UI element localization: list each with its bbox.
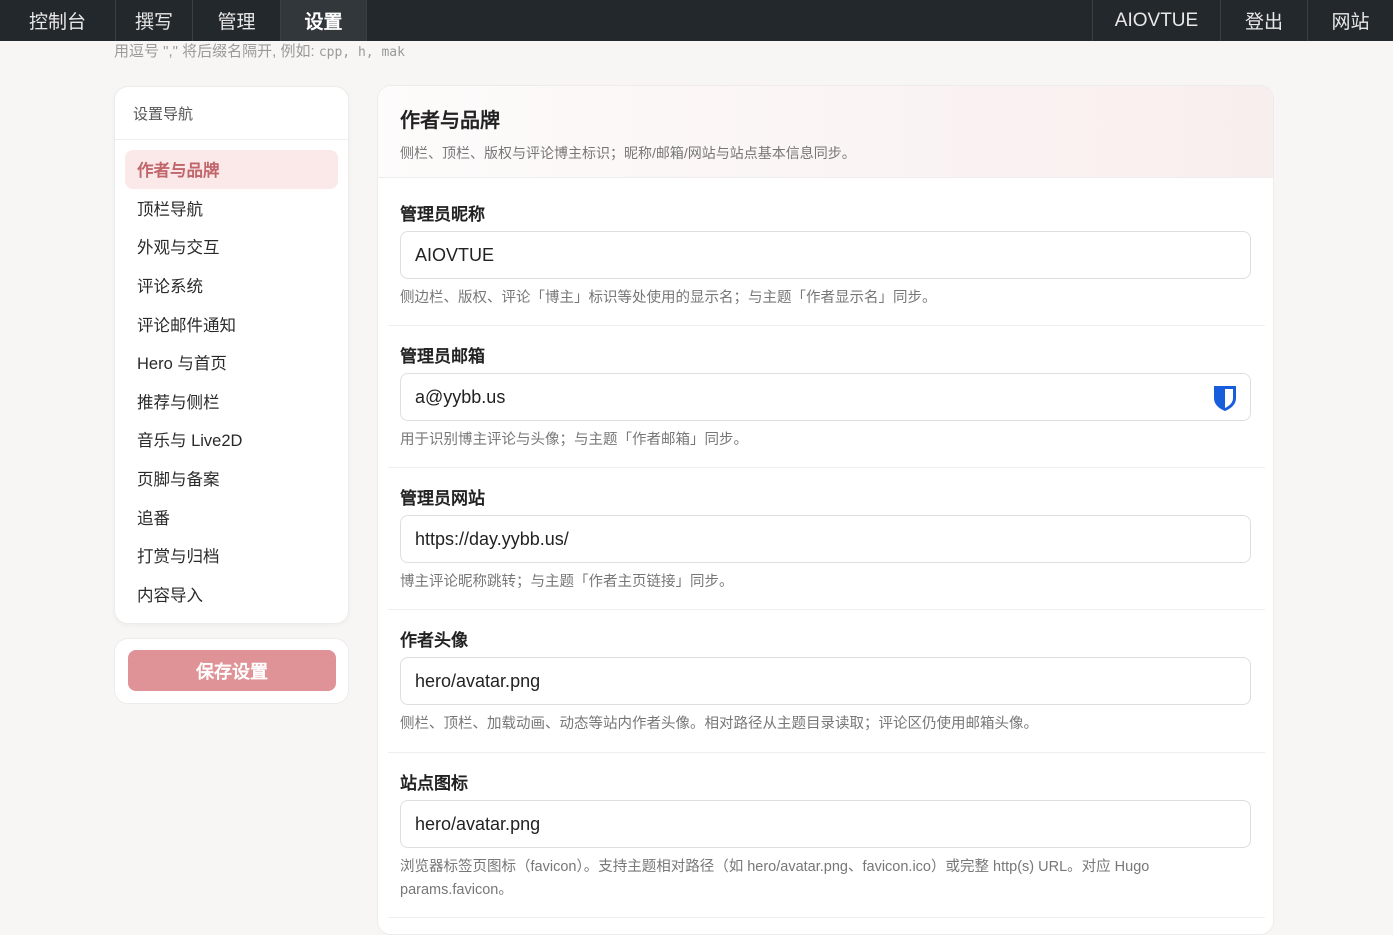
field-site-icon: 站点图标 hero/avatar.png 浏览器标签页图标（favicon）。支… xyxy=(388,753,1265,918)
email-value: a@yybb.us xyxy=(415,386,506,407)
field-description: 侧栏、顶栏、加载动画、动态等站内作者头像。相对路径从主题目录读取；评论区仍使用邮… xyxy=(400,716,1038,732)
panel-title: 作者与品牌 xyxy=(400,110,500,132)
menu-logout[interactable]: 登出 xyxy=(1220,0,1307,41)
nav-item-comment-mail[interactable]: 评论邮件通知 xyxy=(125,304,338,343)
extension-hint: 用逗号 "," 将后缀名隔开, 例如: cpp, h, mak xyxy=(114,40,405,61)
nav-item-bangumi[interactable]: 追番 xyxy=(125,497,338,536)
nav-item-author-brand[interactable]: 作者与品牌 xyxy=(125,150,338,189)
admin-topbar: 控制台 撰写 管理 设置 AIOVTUE 登出 网站 xyxy=(0,0,1393,41)
topbar-right-menu: AIOVTUE 登出 网站 xyxy=(1092,0,1393,41)
field-description: 浏览器标签页图标（favicon）。支持主题相对路径（如 hero/avatar… xyxy=(400,859,1150,898)
topbar-left-menu: 控制台 撰写 管理 设置 xyxy=(0,0,367,41)
field-admin-email: 管理员邮箱 a@yybb.us 用于识别博主评论与头像；与主题「作者邮箱」同步。 xyxy=(388,326,1265,468)
field-description: 侧边栏、版权、评论「博主」标识等处使用的显示名；与主题「作者显示名」同步。 xyxy=(400,290,937,306)
nav-item-footer-icp[interactable]: 页脚与备案 xyxy=(125,459,338,498)
bitwarden-shield-icon[interactable] xyxy=(1212,384,1238,412)
avatar-input[interactable]: hero/avatar.png xyxy=(400,657,1251,705)
save-box: 保存设置 xyxy=(114,638,349,704)
nav-item-appearance[interactable]: 外观与交互 xyxy=(125,227,338,266)
nav-item-top-nav[interactable]: 顶栏导航 xyxy=(125,189,338,228)
panel-subtitle: 侧栏、顶栏、版权与评论博主标识；昵称/邮箱/网站与站点基本信息同步。 xyxy=(400,145,856,161)
field-label: 管理员邮箱 xyxy=(400,347,485,366)
nav-item-recommend-sidebar[interactable]: 推荐与侧栏 xyxy=(125,382,338,421)
menu-dashboard[interactable]: 控制台 xyxy=(0,0,116,41)
panel-header: 作者与品牌 侧栏、顶栏、版权与评论博主标识；昵称/邮箱/网站与站点基本信息同步。 xyxy=(378,86,1273,178)
field-label: 管理员网站 xyxy=(400,489,485,508)
website-input[interactable]: https://day.yybb.us/ xyxy=(400,515,1251,563)
extension-hint-text: 用逗号 "," 将后缀名隔开, 例如: xyxy=(114,43,319,60)
settings-nav: 设置导航 作者与品牌 顶栏导航 外观与交互 评论系统 评论邮件通知 Hero 与… xyxy=(114,86,349,624)
nav-item-hero-home[interactable]: Hero 与首页 xyxy=(125,343,338,382)
email-input[interactable]: a@yybb.us xyxy=(400,373,1251,421)
settings-nav-list: 作者与品牌 顶栏导航 外观与交互 评论系统 评论邮件通知 Hero 与首页 推荐… xyxy=(115,140,348,613)
nav-item-donate-archive[interactable]: 打赏与归档 xyxy=(125,536,338,575)
settings-nav-title: 设置导航 xyxy=(115,87,348,140)
nickname-input[interactable]: AIOVTUE xyxy=(400,231,1251,279)
settings-panel: 作者与品牌 侧栏、顶栏、版权与评论博主标识；昵称/邮箱/网站与站点基本信息同步。… xyxy=(377,85,1274,935)
field-label: 管理员昵称 xyxy=(400,205,485,224)
menu-user[interactable]: AIOVTUE xyxy=(1092,0,1220,41)
field-admin-nickname: 管理员昵称 AIOVTUE 侧边栏、版权、评论「博主」标识等处使用的显示名；与主… xyxy=(388,178,1265,326)
nav-item-import[interactable]: 内容导入 xyxy=(125,575,338,614)
field-author-avatar: 作者头像 hero/avatar.png 侧栏、顶栏、加载动画、动态等站内作者头… xyxy=(388,610,1265,753)
field-description: 博主评论昵称跳转；与主题「作者主页链接」同步。 xyxy=(400,574,734,590)
field-label: 作者头像 xyxy=(400,631,468,650)
extension-hint-code: cpp, h, mak xyxy=(318,45,405,60)
menu-site[interactable]: 网站 xyxy=(1307,0,1393,41)
nav-item-comments[interactable]: 评论系统 xyxy=(125,266,338,305)
favicon-input[interactable]: hero/avatar.png xyxy=(400,800,1251,848)
nav-item-music-live2d[interactable]: 音乐与 Live2D xyxy=(125,420,338,459)
menu-settings[interactable]: 设置 xyxy=(281,0,367,41)
menu-write[interactable]: 撰写 xyxy=(116,0,193,41)
menu-manage[interactable]: 管理 xyxy=(193,0,281,41)
field-admin-website: 管理员网站 https://day.yybb.us/ 博主评论昵称跳转；与主题「… xyxy=(388,468,1265,610)
field-description: 用于识别博主评论与头像；与主题「作者邮箱」同步。 xyxy=(400,432,748,448)
field-label: 站点图标 xyxy=(400,774,468,793)
save-settings-button[interactable]: 保存设置 xyxy=(128,650,336,691)
